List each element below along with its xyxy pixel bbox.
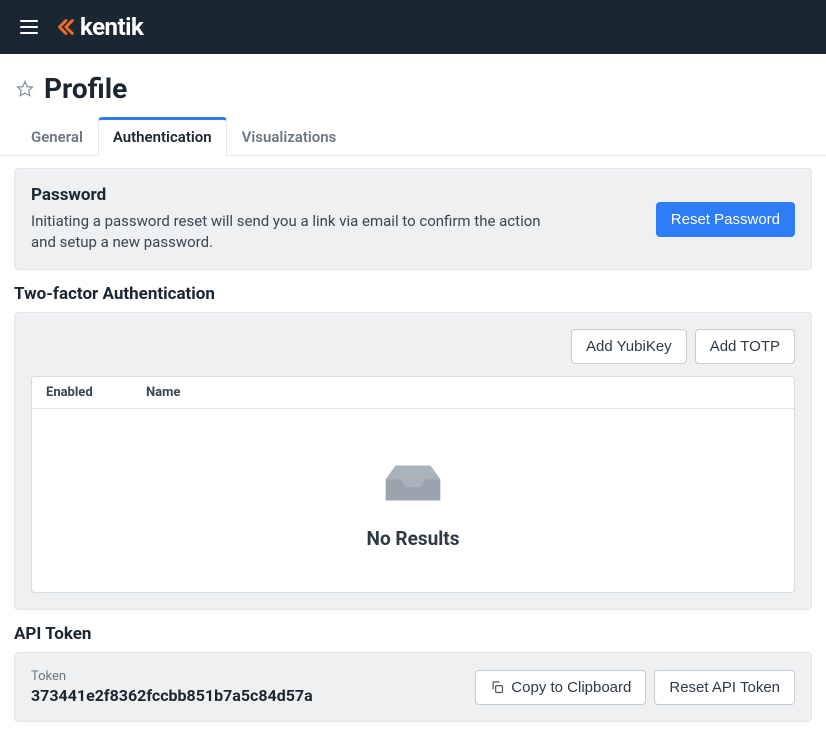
tab-authentication[interactable]: Authentication xyxy=(98,117,227,156)
topbar: kentik xyxy=(0,0,826,54)
add-totp-button[interactable]: Add TOTP xyxy=(695,329,795,364)
brand-name: kentik xyxy=(80,13,143,41)
password-title: Password xyxy=(31,185,551,205)
empty-state: No Results xyxy=(32,409,794,592)
reset-password-button[interactable]: Reset Password xyxy=(656,202,795,237)
token-label: Token xyxy=(31,669,313,684)
inbox-icon xyxy=(382,459,444,507)
reset-api-token-button[interactable]: Reset API Token xyxy=(654,670,795,705)
api-token-heading: API Token xyxy=(14,624,812,644)
token-block: Token 373441e2f8362fccbb851b7a5c84d57a xyxy=(31,669,313,705)
twofa-card: Add YubiKey Add TOTP Enabled Name xyxy=(14,312,812,610)
content-area: Password Initiating a password reset wil… xyxy=(0,156,826,748)
token-value: 373441e2f8362fccbb851b7a5c84d57a xyxy=(31,686,313,705)
password-text-block: Password Initiating a password reset wil… xyxy=(31,185,551,253)
tab-bar: General Authentication Visualizations xyxy=(0,117,826,156)
favorite-icon[interactable] xyxy=(16,80,34,98)
table-header: Enabled Name xyxy=(32,377,794,409)
brand-logo[interactable]: kentik xyxy=(54,13,143,41)
column-name: Name xyxy=(146,385,780,400)
page-title: Profile xyxy=(44,72,127,105)
no-results-text: No Results xyxy=(367,527,460,550)
page-header: Profile xyxy=(0,54,826,117)
tab-visualizations[interactable]: Visualizations xyxy=(227,117,352,156)
twofa-heading: Two-factor Authentication xyxy=(14,284,812,304)
add-yubikey-button[interactable]: Add YubiKey xyxy=(571,329,687,364)
password-card: Password Initiating a password reset wil… xyxy=(14,168,812,270)
tab-general[interactable]: General xyxy=(16,117,98,156)
column-enabled: Enabled xyxy=(46,385,146,400)
copy-clipboard-label: Copy to Clipboard xyxy=(511,679,631,696)
api-actions: Copy to Clipboard Reset API Token xyxy=(475,670,795,705)
copy-icon xyxy=(490,680,505,695)
twofa-actions: Add YubiKey Add TOTP xyxy=(31,329,795,364)
twofa-table: Enabled Name No Results xyxy=(31,376,795,593)
menu-toggle[interactable] xyxy=(16,16,42,38)
copy-clipboard-button[interactable]: Copy to Clipboard xyxy=(475,670,646,705)
password-description: Initiating a password reset will send yo… xyxy=(31,211,551,253)
brand-chevrons-icon xyxy=(54,16,76,38)
